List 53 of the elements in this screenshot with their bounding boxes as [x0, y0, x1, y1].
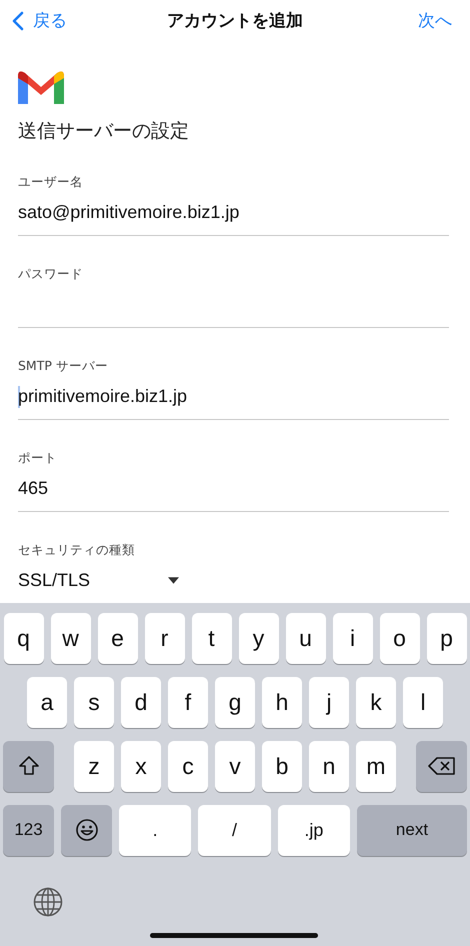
letter-key[interactable]: g: [215, 676, 255, 728]
field-label: ユーザー名: [18, 174, 84, 191]
letter-key[interactable]: f: [168, 676, 208, 728]
letter-key[interactable]: o: [380, 612, 420, 664]
letter-key[interactable]: x: [121, 740, 161, 792]
letter-key[interactable]: l: [403, 676, 443, 728]
mail-logo-icon: [18, 70, 64, 104]
delete-key[interactable]: [416, 740, 467, 792]
letter-key[interactable]: v: [215, 740, 255, 792]
security-dropdown[interactable]: SSL/TLS: [18, 558, 183, 603]
letter-key[interactable]: h: [262, 676, 302, 728]
letter-key[interactable]: y: [238, 612, 278, 664]
shift-key[interactable]: [3, 740, 54, 792]
letter-key[interactable]: i: [332, 612, 372, 664]
emoji-key[interactable]: [61, 804, 112, 856]
numbers-key[interactable]: 123: [3, 804, 54, 856]
input-field[interactable]: sato@primitivemoire.biz1.jp: [18, 202, 240, 224]
input-field[interactable]: primitivemoire.biz1.jp: [18, 386, 188, 408]
letter-key[interactable]: a: [27, 676, 67, 728]
symbol-key[interactable]: /: [198, 804, 271, 856]
field-label: パスワード: [18, 266, 84, 283]
letter-key[interactable]: t: [192, 612, 232, 664]
globe-icon[interactable]: [33, 886, 63, 917]
field-label: ポート: [18, 450, 58, 467]
letter-key[interactable]: q: [4, 612, 44, 664]
field-label: SMTP サーバー: [18, 358, 109, 375]
symbol-key[interactable]: .: [119, 804, 192, 856]
letter-key[interactable]: u: [286, 612, 326, 664]
letter-key[interactable]: s: [74, 676, 114, 728]
letter-key[interactable]: e: [98, 612, 138, 664]
chevron-left-icon: [12, 10, 24, 31]
letter-key[interactable]: d: [121, 676, 161, 728]
input-field[interactable]: 465: [18, 478, 48, 500]
letter-key[interactable]: n: [309, 740, 349, 792]
symbol-key[interactable]: .jp: [278, 804, 350, 856]
screen-title: アカウントを追加: [167, 10, 303, 32]
letter-key[interactable]: r: [144, 612, 184, 664]
letter-key[interactable]: c: [168, 740, 208, 792]
smiley-icon: [74, 818, 98, 842]
next-key[interactable]: next: [356, 804, 467, 856]
letter-key[interactable]: p: [426, 612, 466, 664]
backspace-icon: [428, 756, 456, 776]
back-button[interactable]: 戻る: [12, 9, 67, 32]
caret-icon: [168, 577, 180, 584]
letter-key[interactable]: j: [309, 676, 349, 728]
letter-key[interactable]: b: [262, 740, 302, 792]
field-label: セキュリティの種類: [18, 542, 136, 559]
letter-key[interactable]: w: [50, 612, 90, 664]
section-heading: 送信サーバーの設定: [18, 118, 190, 144]
letter-key[interactable]: z: [74, 740, 114, 792]
next-button[interactable]: 次へ: [418, 9, 452, 32]
letter-key[interactable]: m: [356, 740, 396, 792]
letter-key[interactable]: k: [356, 676, 396, 728]
